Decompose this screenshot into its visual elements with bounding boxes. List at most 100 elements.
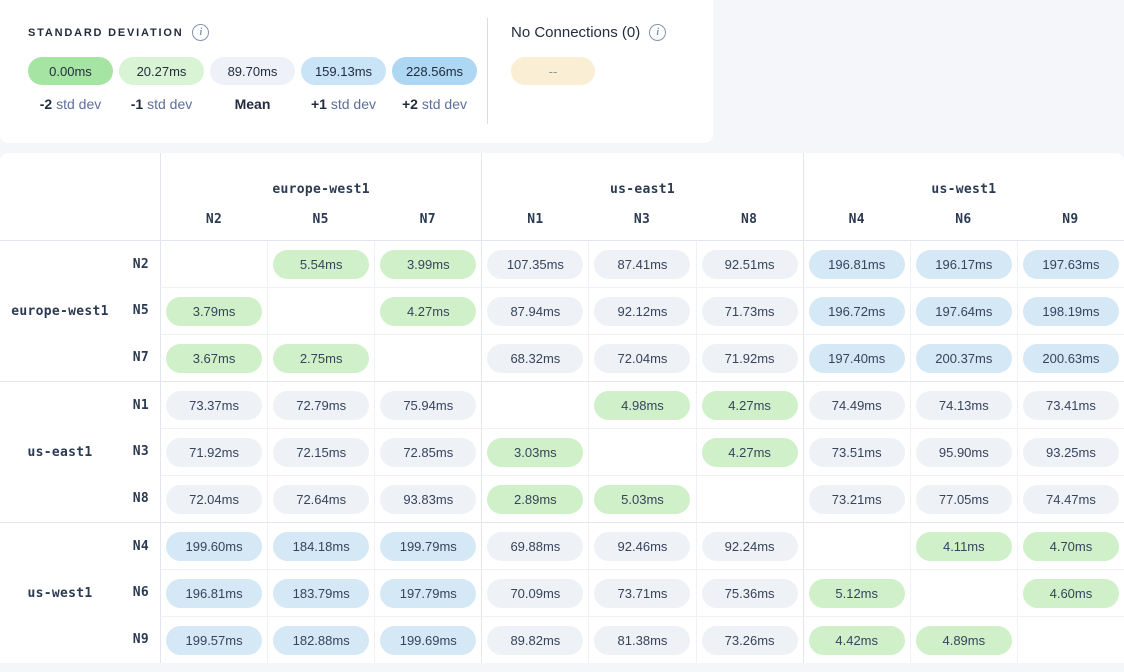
latency-pill[interactable]: 93.83ms <box>380 485 476 514</box>
latency-pill[interactable]: 196.81ms <box>809 250 905 279</box>
latency-pill[interactable]: 72.15ms <box>273 438 369 467</box>
latency-pill[interactable]: 74.47ms <box>1023 485 1119 514</box>
latency-pill[interactable]: 72.64ms <box>273 485 369 514</box>
latency-pill[interactable]: 199.79ms <box>380 532 476 561</box>
latency-pill[interactable]: 3.99ms <box>380 250 476 279</box>
latency-pill[interactable]: 71.73ms <box>702 297 798 326</box>
latency-pill[interactable]: 5.03ms <box>594 485 690 514</box>
info-icon[interactable]: i <box>649 24 666 41</box>
latency-pill[interactable]: 69.88ms <box>487 532 583 561</box>
latency-pill[interactable]: 71.92ms <box>702 344 798 373</box>
no-connections-header: No Connections (0) i <box>511 24 666 41</box>
latency-pill[interactable]: 72.04ms <box>594 344 690 373</box>
latency-pill[interactable]: 89.82ms <box>487 626 583 655</box>
latency-pill[interactable]: 4.89ms <box>916 626 1012 655</box>
latency-pill[interactable]: 73.26ms <box>702 626 798 655</box>
legend-label-rest: std dev <box>52 96 101 112</box>
latency-pill[interactable]: 73.21ms <box>809 485 905 514</box>
latency-pill[interactable]: 199.69ms <box>380 626 476 655</box>
latency-pill[interactable]: 68.32ms <box>487 344 583 373</box>
latency-pill[interactable]: 196.81ms <box>166 579 262 608</box>
matrix-cell: 74.47ms <box>1017 475 1124 522</box>
latency-pill[interactable]: 197.40ms <box>809 344 905 373</box>
latency-pill[interactable]: 182.88ms <box>273 626 369 655</box>
matrix-cell: 73.41ms <box>1017 381 1124 428</box>
node-column-header: N5 <box>267 210 374 240</box>
latency-pill[interactable]: 199.60ms <box>166 532 262 561</box>
latency-pill[interactable]: 92.24ms <box>702 532 798 561</box>
latency-pill[interactable]: 196.72ms <box>809 297 905 326</box>
latency-pill[interactable]: 95.90ms <box>916 438 1012 467</box>
latency-pill[interactable]: 5.54ms <box>273 250 369 279</box>
latency-pill[interactable]: 197.64ms <box>916 297 1012 326</box>
matrix-cell: 197.64ms <box>910 287 1017 334</box>
matrix-cell <box>1017 616 1124 663</box>
latency-pill[interactable]: 3.67ms <box>166 344 262 373</box>
matrix-cell: 196.17ms <box>910 240 1017 287</box>
latency-pill[interactable]: 4.70ms <box>1023 532 1119 561</box>
legend-label-rest: std dev <box>327 96 376 112</box>
region-column-header: us-east1 <box>481 153 802 210</box>
latency-pill[interactable]: 73.71ms <box>594 579 690 608</box>
latency-pill[interactable]: 92.46ms <box>594 532 690 561</box>
node-column-header: N8 <box>696 210 803 240</box>
latency-pill[interactable]: 107.35ms <box>487 250 583 279</box>
latency-pill[interactable]: 72.04ms <box>166 485 262 514</box>
latency-pill[interactable]: 4.27ms <box>380 297 476 326</box>
latency-pill[interactable]: 198.19ms <box>1023 297 1119 326</box>
latency-pill[interactable]: 75.94ms <box>380 391 476 420</box>
matrix-cell: 92.46ms <box>588 522 695 569</box>
latency-pill[interactable]: 74.49ms <box>809 391 905 420</box>
latency-pill[interactable]: 4.27ms <box>702 391 798 420</box>
latency-pill[interactable]: 197.63ms <box>1023 250 1119 279</box>
latency-pill[interactable]: 77.05ms <box>916 485 1012 514</box>
latency-pill[interactable]: 70.09ms <box>487 579 583 608</box>
latency-pill[interactable]: 72.85ms <box>380 438 476 467</box>
latency-pill[interactable]: 72.79ms <box>273 391 369 420</box>
latency-pill[interactable]: 2.89ms <box>487 485 583 514</box>
latency-pill[interactable]: 200.37ms <box>916 344 1012 373</box>
latency-pill[interactable]: 73.37ms <box>166 391 262 420</box>
latency-pill[interactable]: 3.79ms <box>166 297 262 326</box>
latency-pill[interactable]: 81.38ms <box>594 626 690 655</box>
matrix-cell: 72.04ms <box>588 334 695 381</box>
latency-pill[interactable]: 92.12ms <box>594 297 690 326</box>
matrix-cell: 3.03ms <box>481 428 588 475</box>
matrix-cell: 200.63ms <box>1017 334 1124 381</box>
region-row-label: us-east1 <box>0 381 120 522</box>
latency-pill[interactable]: 73.51ms <box>809 438 905 467</box>
matrix-cell: 92.24ms <box>696 522 803 569</box>
latency-pill[interactable]: 200.63ms <box>1023 344 1119 373</box>
latency-pill[interactable]: 92.51ms <box>702 250 798 279</box>
latency-pill[interactable]: 184.18ms <box>273 532 369 561</box>
legend-label: +2 std dev <box>402 96 467 112</box>
matrix-cell: 73.37ms <box>160 381 267 428</box>
matrix-cell: 72.04ms <box>160 475 267 522</box>
legend-item: 228.56ms+2 std dev <box>392 57 477 112</box>
latency-pill[interactable]: 196.17ms <box>916 250 1012 279</box>
latency-pill[interactable]: 74.13ms <box>916 391 1012 420</box>
latency-pill[interactable]: 199.57ms <box>166 626 262 655</box>
latency-pill[interactable]: 4.27ms <box>702 438 798 467</box>
latency-pill[interactable]: 3.03ms <box>487 438 583 467</box>
latency-pill[interactable]: 75.36ms <box>702 579 798 608</box>
node-column-header: N2 <box>160 210 267 240</box>
latency-pill[interactable]: 4.11ms <box>916 532 1012 561</box>
latency-pill[interactable]: 4.60ms <box>1023 579 1119 608</box>
matrix-cell: 69.88ms <box>481 522 588 569</box>
latency-pill[interactable]: 2.75ms <box>273 344 369 373</box>
latency-pill[interactable]: 87.41ms <box>594 250 690 279</box>
node-row-label: N7 <box>120 334 160 381</box>
latency-pill[interactable]: 73.41ms <box>1023 391 1119 420</box>
latency-pill[interactable]: 71.92ms <box>166 438 262 467</box>
latency-pill[interactable]: 93.25ms <box>1023 438 1119 467</box>
info-icon[interactable]: i <box>192 24 209 41</box>
node-row-label: N3 <box>120 428 160 475</box>
latency-pill[interactable]: 4.98ms <box>594 391 690 420</box>
latency-pill[interactable]: 197.79ms <box>380 579 476 608</box>
stddev-legend-card: STANDARD DEVIATION i 0.00ms-2 std dev20.… <box>0 0 713 143</box>
latency-pill[interactable]: 4.42ms <box>809 626 905 655</box>
latency-pill[interactable]: 183.79ms <box>273 579 369 608</box>
latency-pill[interactable]: 5.12ms <box>809 579 905 608</box>
latency-pill[interactable]: 87.94ms <box>487 297 583 326</box>
